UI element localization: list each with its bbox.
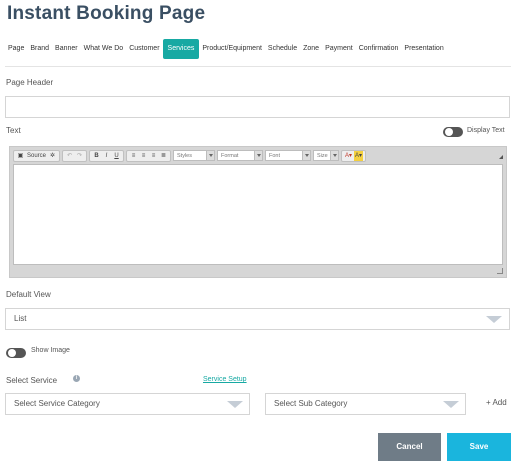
align-left-icon[interactable]: ≡ xyxy=(129,151,138,161)
font-dropdown-label: Font xyxy=(269,152,281,159)
italic-button[interactable]: I xyxy=(102,151,111,161)
display-text-toggle[interactable] xyxy=(443,127,463,137)
tab-brand[interactable]: Brand xyxy=(27,39,52,59)
page-title: Instant Booking Page xyxy=(7,3,206,24)
select-service-label: Select Service xyxy=(6,376,58,385)
align-justify-icon[interactable]: ≣ xyxy=(159,151,168,161)
align-right-icon[interactable]: ≡ xyxy=(149,151,158,161)
text-style-group: B I U xyxy=(89,149,125,162)
styles-dropdown[interactable]: Styles xyxy=(173,150,216,161)
redo-icon[interactable]: ↷ xyxy=(75,151,84,161)
service-setup-link[interactable]: Service Setup xyxy=(203,376,247,383)
color-group: A▾ A▾ xyxy=(341,149,367,162)
underline-button[interactable]: U xyxy=(112,151,121,161)
service-category-placeholder: Select Service Category xyxy=(14,399,100,408)
source-button[interactable]: Source xyxy=(26,151,47,161)
bold-button[interactable]: B xyxy=(92,151,101,161)
tab-customer[interactable]: Customer xyxy=(126,39,162,59)
show-image-toggle[interactable] xyxy=(6,348,26,358)
toggle-knob xyxy=(445,128,453,136)
history-group: ↶ ↷ xyxy=(62,149,88,162)
service-category-select[interactable]: Select Service Category xyxy=(5,393,250,415)
editor-toolbar: ▣ Source ✲ ↶ ↷ B I U ≡ ≡ ≡ ≣ Styles Form… xyxy=(10,147,506,164)
tabs-divider xyxy=(5,66,511,67)
align-group: ≡ ≡ ≡ ≣ xyxy=(126,149,172,162)
chevron-down-icon xyxy=(302,151,311,160)
page-header-label: Page Header xyxy=(6,78,54,87)
sub-category-placeholder: Select Sub Category xyxy=(274,399,348,408)
save-button[interactable]: Save xyxy=(447,433,511,461)
tab-bar: Page Brand Banner What We Do Customer Se… xyxy=(5,39,447,59)
source-icon[interactable]: ▣ xyxy=(16,151,25,161)
show-image-label: Show Image xyxy=(31,347,70,354)
tab-product-equipment[interactable]: Product/Equipment xyxy=(199,39,265,59)
size-dropdown[interactable]: Size xyxy=(313,150,340,161)
toggle-knob xyxy=(8,349,16,357)
chevron-down-icon xyxy=(443,401,459,408)
tab-presentation[interactable]: Presentation xyxy=(401,39,446,59)
font-dropdown[interactable]: Font xyxy=(265,150,312,161)
text-label: Text xyxy=(6,126,21,135)
sub-category-select[interactable]: Select Sub Category xyxy=(265,393,466,415)
tab-page[interactable]: Page xyxy=(5,39,27,59)
tab-what-we-do[interactable]: What We Do xyxy=(81,39,127,59)
chevron-down-icon xyxy=(227,401,243,408)
format-dropdown-label: Format xyxy=(221,152,239,159)
cancel-button[interactable]: Cancel xyxy=(378,433,441,461)
tab-confirmation[interactable]: Confirmation xyxy=(356,39,402,59)
chevron-down-icon xyxy=(330,151,339,160)
tab-banner[interactable]: Banner xyxy=(52,39,81,59)
default-view-select[interactable]: List xyxy=(5,308,510,330)
styles-dropdown-label: Styles xyxy=(177,152,192,159)
tab-services[interactable]: Services xyxy=(162,39,200,59)
add-button[interactable]: + Add xyxy=(486,398,507,407)
rich-text-editor: ▣ Source ✲ ↶ ↷ B I U ≡ ≡ ≡ ≣ Styles Form… xyxy=(9,146,507,278)
chevron-down-icon xyxy=(206,151,215,160)
default-view-value: List xyxy=(14,314,27,323)
tab-zone[interactable]: Zone xyxy=(300,39,322,59)
chevron-down-icon xyxy=(486,316,502,323)
tab-schedule[interactable]: Schedule xyxy=(265,39,300,59)
spellcheck-icon[interactable]: ✲ xyxy=(48,151,57,161)
background-color-icon[interactable]: A▾ xyxy=(354,150,364,161)
info-icon[interactable]: i xyxy=(73,375,80,382)
editor-content-area[interactable] xyxy=(13,164,503,265)
format-dropdown[interactable]: Format xyxy=(217,150,264,161)
text-color-icon[interactable]: A▾ xyxy=(344,151,353,161)
align-center-icon[interactable]: ≡ xyxy=(139,151,148,161)
undo-icon[interactable]: ↶ xyxy=(65,151,74,161)
chevron-down-icon xyxy=(254,151,263,160)
display-text-label: Display Text xyxy=(467,127,505,134)
source-group: ▣ Source ✲ xyxy=(13,149,61,162)
resize-handle-icon[interactable] xyxy=(497,268,503,274)
page-header-input[interactable] xyxy=(5,96,510,118)
size-dropdown-label: Size xyxy=(317,152,328,159)
editor-collapse-icon[interactable] xyxy=(499,155,503,159)
default-view-label: Default View xyxy=(6,290,51,299)
tab-payment[interactable]: Payment xyxy=(322,39,356,59)
